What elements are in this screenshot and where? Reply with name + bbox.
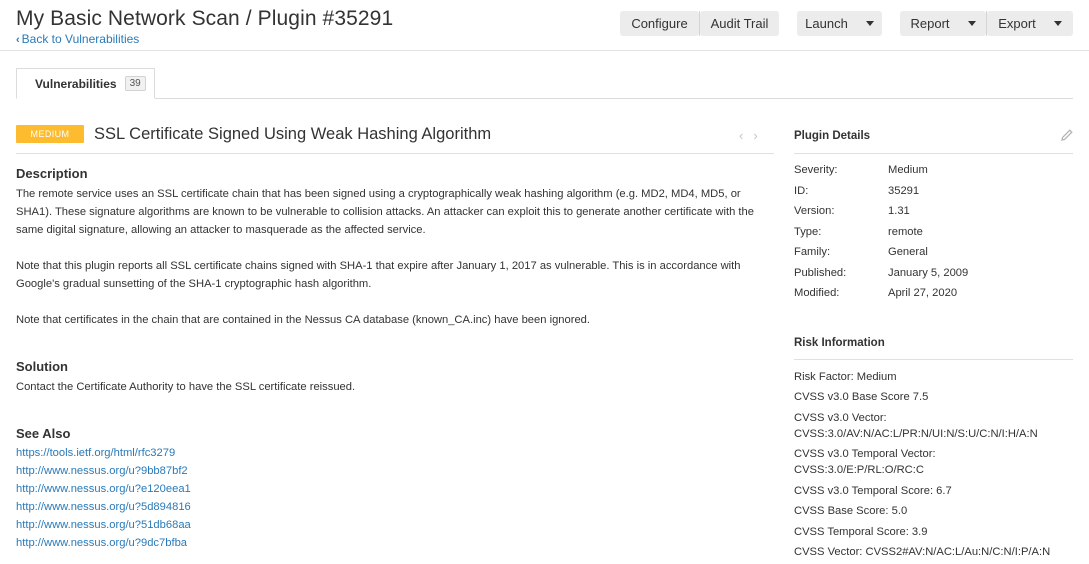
risk-item: CVSS Vector: CVSS2#AV:N/AC:L/Au:N/C:N/I:…	[794, 546, 1051, 558]
risk-item: CVSS v3.0 Temporal Score: 6.7	[794, 485, 952, 497]
solution-text: Contact the Certificate Authority to hav…	[16, 381, 356, 393]
description-paragraph: Note that this plugin reports all SSL ce…	[16, 260, 741, 290]
detail-key: Type:	[794, 226, 822, 238]
see-also-link[interactable]: http://www.nessus.org/u?9bb87bf2	[16, 465, 188, 477]
launch-label: Launch	[805, 16, 848, 31]
chevron-left-icon[interactable]: ‹	[739, 128, 753, 143]
plugin-details-divider	[794, 153, 1073, 154]
report-button[interactable]: Report	[900, 11, 986, 36]
tab-vulnerabilities[interactable]: Vulnerabilities 39	[16, 68, 155, 99]
detail-value: Medium	[888, 164, 928, 176]
see-also-heading: See Also	[16, 426, 71, 441]
risk-item: CVSS:3.0/AV:N/AC:L/PR:N/UI:N/S:U/C:N/I:H…	[794, 428, 1038, 440]
caret-down-icon	[1053, 21, 1062, 26]
description-heading: Description	[16, 166, 88, 181]
caret-down-icon	[967, 21, 976, 26]
tab-divider	[155, 98, 1073, 99]
detail-value: January 5, 2009	[888, 267, 969, 279]
severity-badge: Medium	[16, 125, 84, 143]
vuln-pager: ‹›	[739, 128, 768, 143]
detail-key: Published:	[794, 267, 847, 279]
risk-item: CVSS v3.0 Temporal Vector:	[794, 448, 936, 460]
audit-trail-button[interactable]: Audit Trail	[700, 11, 779, 36]
risk-item: CVSS Temporal Score: 3.9	[794, 526, 928, 538]
tab-label: Vulnerabilities	[35, 76, 117, 91]
launch-button[interactable]: Launch	[797, 11, 882, 36]
back-to-vulnerabilities-link[interactable]: ‹ Back to Vulnerabilities	[16, 32, 139, 46]
export-label: Export	[998, 16, 1036, 31]
page-title: My Basic Network Scan / Plugin #35291	[16, 7, 394, 30]
back-link-label: Back to Vulnerabilities	[21, 32, 140, 46]
description-paragraph: The remote service uses an SSL certifica…	[16, 188, 754, 236]
description-paragraph: Note that certificates in the chain that…	[16, 314, 591, 326]
detail-key: Version:	[794, 205, 835, 217]
chevron-right-icon[interactable]: ›	[753, 128, 767, 143]
count-badge: 39	[124, 76, 146, 91]
pencil-icon[interactable]	[1060, 128, 1074, 142]
detail-key: Severity:	[794, 164, 838, 176]
detail-value: 1.31	[888, 205, 910, 217]
risk-item: CVSS:3.0/E:P/RL:O/RC:C	[794, 464, 924, 476]
title-divider	[16, 153, 774, 154]
detail-value: remote	[888, 226, 923, 238]
chevron-left-icon: ‹	[16, 34, 20, 46]
header-divider	[0, 50, 1089, 51]
configure-button[interactable]: Configure	[620, 11, 699, 36]
see-also-link[interactable]: http://www.nessus.org/u?51db68aa	[16, 519, 191, 531]
see-also-link[interactable]: http://www.nessus.org/u?9dc7bfba	[16, 537, 187, 549]
see-also-link[interactable]: http://www.nessus.org/u?e120eea1	[16, 483, 191, 495]
see-also-link[interactable]: https://tools.ietf.org/html/rfc3279	[16, 447, 175, 459]
detail-value: 35291	[888, 185, 920, 197]
risk-item: CVSS v3.0 Base Score 7.5	[794, 391, 929, 403]
risk-item: CVSS v3.0 Vector:	[794, 412, 887, 424]
detail-value: General	[888, 246, 928, 258]
risk-item: CVSS Base Score: 5.0	[794, 505, 908, 517]
vulnerability-title: SSL Certificate Signed Using Weak Hashin…	[94, 125, 492, 143]
detail-key: ID:	[794, 185, 809, 197]
detail-key: Family:	[794, 246, 831, 258]
detail-key: Modified:	[794, 287, 840, 299]
solution-heading: Solution	[16, 359, 68, 374]
export-button[interactable]: Export	[987, 11, 1073, 36]
risk-item: Risk Factor: Medium	[794, 371, 897, 383]
detail-value: April 27, 2020	[888, 287, 958, 299]
risk-information-divider	[794, 359, 1073, 360]
report-label: Report	[910, 16, 950, 31]
plugin-details-heading: Plugin Details	[794, 130, 871, 142]
risk-information-heading: Risk Information	[794, 337, 885, 349]
caret-down-icon	[865, 21, 874, 26]
see-also-link[interactable]: http://www.nessus.org/u?5d894816	[16, 501, 191, 513]
